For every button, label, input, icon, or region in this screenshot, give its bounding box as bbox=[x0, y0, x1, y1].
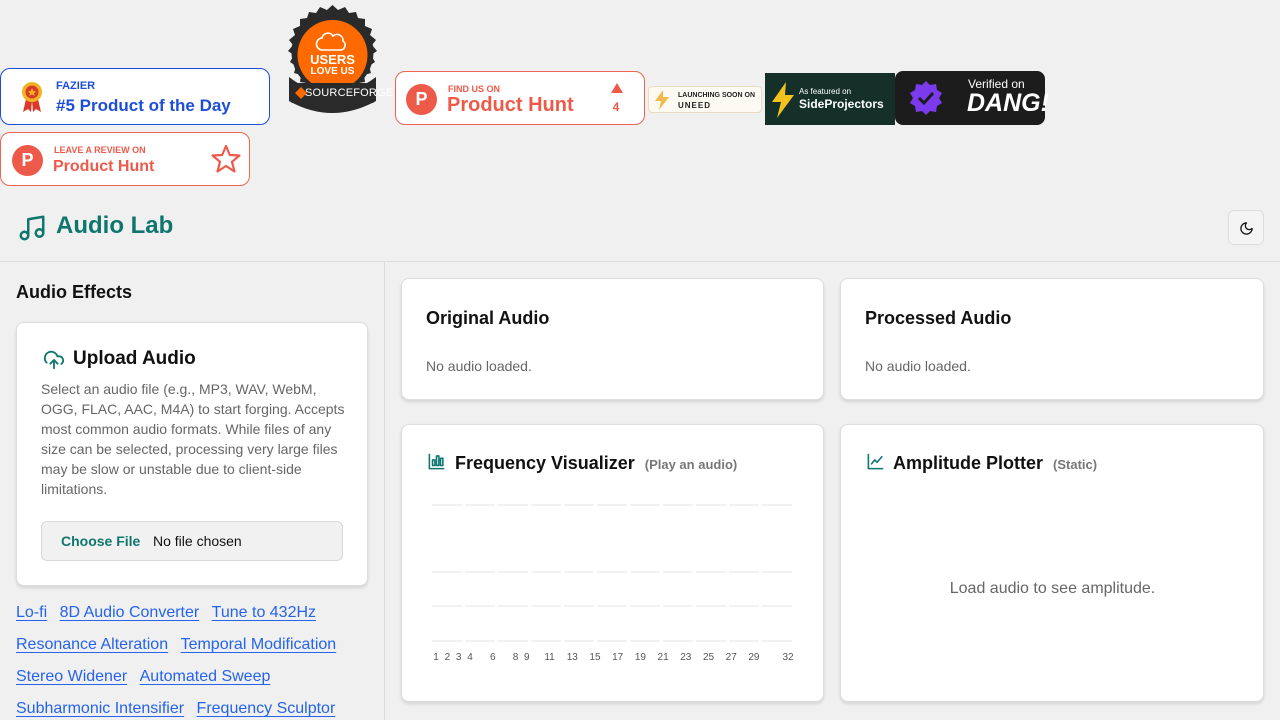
processed-audio-status: No audio loaded. bbox=[865, 358, 971, 374]
upload-description: Select an audio file (e.g., MP3, WAV, We… bbox=[41, 381, 345, 497]
uneed-name: UNEED bbox=[678, 101, 712, 110]
cloud-upload-icon bbox=[43, 350, 64, 370]
effect-link-resonance[interactable]: Resonance Alteration bbox=[16, 636, 168, 654]
upload-card: Upload Audio Select an audio file (e.g.,… bbox=[16, 322, 368, 586]
sideprojectors-featured: As featured on bbox=[799, 87, 852, 96]
frequency-subtitle: (Play an audio) bbox=[644, 457, 738, 472]
original-audio-status: No audio loaded. bbox=[426, 358, 532, 374]
effect-link-subharmonic[interactable]: Subharmonic Intensifier bbox=[16, 700, 184, 718]
amplitude-title: Amplitude Plotter (Static) bbox=[893, 453, 1097, 474]
sidebar-title: Audio Effects bbox=[16, 282, 133, 302]
amplitude-title-text: Amplitude Plotter bbox=[893, 453, 1044, 473]
processed-audio-title: Processed Audio bbox=[865, 308, 1012, 328]
upload-title: Upload Audio bbox=[73, 348, 196, 369]
amplitude-plotter-card: Amplitude Plotter (Static) Load audio to … bbox=[840, 424, 1264, 702]
x-tick-label: 11 bbox=[544, 652, 555, 663]
fazier-label: FAZIER bbox=[56, 80, 96, 92]
uneed-launching: LAUNCHING SOON ON bbox=[678, 92, 755, 99]
x-tick-label: 3 bbox=[456, 652, 462, 663]
file-status: No file chosen bbox=[153, 533, 242, 549]
x-tick-label: 1 bbox=[433, 652, 439, 663]
x-tick-label: 4 bbox=[467, 652, 473, 663]
frequency-title-text: Frequency Visualizer bbox=[455, 453, 635, 473]
dang-badge[interactable]: Verified on DANG! bbox=[895, 71, 1049, 125]
amplitude-empty-message: Load audio to see amplitude. bbox=[949, 580, 1156, 597]
lightning-icon bbox=[772, 82, 794, 118]
x-tick-label: 19 bbox=[635, 652, 647, 663]
x-tick-label: 32 bbox=[782, 652, 794, 663]
sourceforge-users: USERS bbox=[310, 52, 355, 67]
x-tick-label: 25 bbox=[703, 652, 715, 663]
producthunt-logo-icon: P bbox=[406, 84, 437, 115]
producthunt-logo-icon: P bbox=[12, 145, 43, 176]
x-tick-label: 15 bbox=[589, 652, 601, 663]
app-header: Audio Lab bbox=[0, 200, 1280, 262]
producthunt-review-badge[interactable]: P LEAVE A REVIEW ON Product Hunt bbox=[0, 132, 250, 186]
file-input[interactable]: Choose File No file chosen bbox=[41, 521, 343, 561]
verified-seal-icon bbox=[910, 81, 942, 115]
x-tick-label: 8 bbox=[513, 652, 519, 663]
choose-file-button[interactable]: Choose File bbox=[61, 533, 140, 549]
sideprojectors-badge[interactable]: As featured on SideProjectors bbox=[765, 73, 895, 125]
dang-name: DANG! bbox=[967, 89, 1049, 117]
bar-chart-icon bbox=[428, 453, 445, 470]
star-icon bbox=[211, 144, 241, 173]
sourceforge-love: LOVE US bbox=[310, 66, 355, 77]
line-chart-icon bbox=[867, 453, 884, 470]
fazier-badge[interactable]: FAZIER #5 Product of the Day bbox=[0, 68, 270, 125]
effect-link-stereo-widener[interactable]: Stereo Widener bbox=[16, 668, 127, 686]
x-tick-label: 9 bbox=[524, 652, 530, 663]
upvote-count: 4 bbox=[612, 100, 620, 114]
x-tick-label: 21 bbox=[658, 652, 670, 663]
sideprojectors-name: SideProjectors bbox=[799, 97, 884, 111]
x-tick-label: 23 bbox=[680, 652, 692, 663]
x-tick-label: 13 bbox=[567, 652, 579, 663]
theme-toggle-button[interactable] bbox=[1228, 210, 1264, 245]
frequency-chart: 1 2 3 4 6 8 9 11 13 15 17 19 21 23 25 27 29 32 bbox=[432, 504, 794, 663]
app-title: Audio Lab bbox=[56, 212, 174, 239]
x-tick-label: 17 bbox=[612, 652, 624, 663]
effect-link-temporal[interactable]: Temporal Modification bbox=[181, 636, 337, 654]
effect-link-432hz[interactable]: Tune to 432Hz bbox=[212, 604, 316, 622]
x-tick-label: 2 bbox=[445, 652, 451, 663]
review-producthunt-name: Product Hunt bbox=[53, 158, 155, 175]
effects-row: Stereo Widener Automated Sweep bbox=[16, 668, 376, 700]
lightning-icon bbox=[655, 90, 669, 110]
effects-row: Resonance Alteration Temporal Modificati… bbox=[16, 636, 376, 668]
x-tick-label: 27 bbox=[726, 652, 738, 663]
producthunt-name: Product Hunt bbox=[447, 94, 574, 116]
upvote-arrow-icon bbox=[611, 83, 623, 93]
review-label: LEAVE A REVIEW ON bbox=[54, 145, 146, 155]
effect-link-sweep[interactable]: Automated Sweep bbox=[140, 668, 271, 686]
processed-audio-card: Processed Audio No audio loaded. bbox=[840, 278, 1264, 400]
original-audio-title: Original Audio bbox=[426, 308, 550, 328]
producthunt-find-label: FIND US ON bbox=[448, 84, 501, 94]
sourceforge-badge[interactable]: USERS LOVE US SOURCEFORGE bbox=[275, 5, 394, 120]
effects-row: Lo-fi 8D Audio Converter Tune to 432Hz bbox=[16, 604, 376, 636]
producthunt-badge[interactable]: P FIND US ON Product Hunt 4 bbox=[395, 71, 645, 125]
effect-link-8d-audio[interactable]: 8D Audio Converter bbox=[60, 604, 200, 622]
x-tick-label: 6 bbox=[490, 652, 496, 663]
effect-link-lofi[interactable]: Lo-fi bbox=[16, 604, 47, 622]
x-tick-label: 29 bbox=[748, 652, 760, 663]
sourceforge-brand: SOURCEFORGE bbox=[305, 87, 394, 99]
frequency-visualizer-card: Frequency Visualizer (Play an audio) 1234… bbox=[401, 424, 824, 702]
effects-sidebar: Audio Effects Upload Audio Select an aud… bbox=[0, 262, 385, 720]
medal-icon bbox=[22, 82, 42, 112]
frequency-title: Frequency Visualizer (Play an audio) bbox=[455, 453, 737, 474]
fazier-rank: #5 Product of the Day bbox=[56, 96, 231, 115]
effects-list: Lo-fi 8D Audio Converter Tune to 432Hz R… bbox=[16, 604, 376, 720]
original-audio-card: Original Audio No audio loaded. bbox=[401, 278, 824, 400]
effects-row: Subharmonic Intensifier Frequency Sculpt… bbox=[16, 700, 376, 720]
moon-icon bbox=[1240, 222, 1253, 235]
effect-link-frequency-sculptor[interactable]: Frequency Sculptor bbox=[197, 700, 336, 718]
music-note-icon bbox=[19, 215, 45, 241]
amplitude-subtitle: (Static) bbox=[1053, 457, 1098, 472]
uneed-badge[interactable]: LAUNCHING SOON ON UNEED bbox=[648, 86, 762, 113]
